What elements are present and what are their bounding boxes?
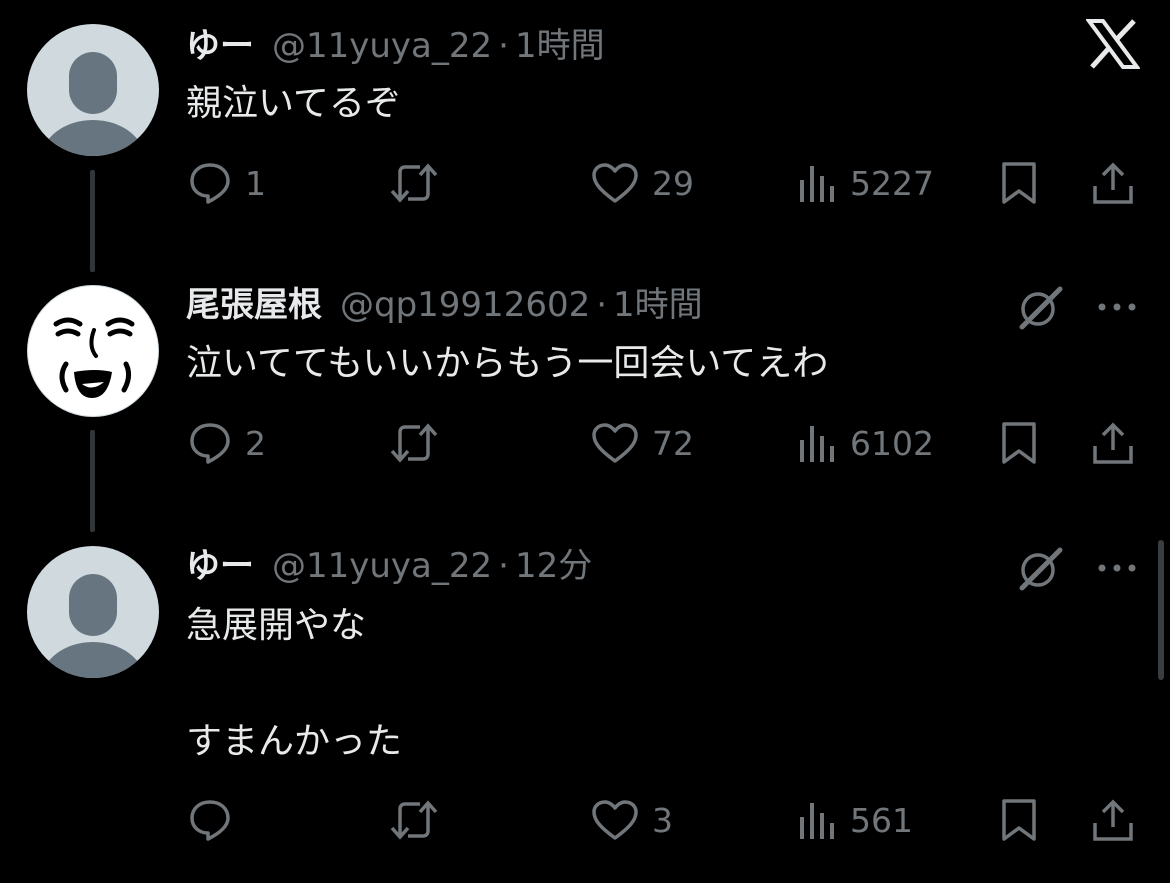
like-button[interactable]: 72 — [590, 418, 694, 468]
heart-icon — [592, 423, 638, 463]
display-name[interactable]: 尾張屋根 — [186, 283, 322, 327]
view-count: 6102 — [850, 423, 934, 463]
thread-line — [90, 430, 95, 532]
share-button[interactable] — [1090, 158, 1136, 208]
tweet-text-line: すまんかった — [186, 721, 403, 762]
scrollbar[interactable] — [1158, 540, 1164, 680]
more-options-button[interactable] — [1094, 282, 1140, 332]
reply-icon — [190, 800, 230, 841]
like-count: 3 — [652, 800, 673, 840]
more-icon — [1098, 564, 1136, 572]
grok-button[interactable] — [1016, 543, 1064, 593]
more-icon — [1098, 303, 1136, 311]
grok-icon — [1019, 286, 1063, 330]
bookmark-button[interactable] — [998, 158, 1040, 208]
like-button[interactable]: 3 — [590, 795, 673, 845]
user-handle[interactable]: @11yuya_22 — [272, 544, 492, 588]
reply-count: 1 — [245, 163, 266, 203]
reply-count: 2 — [245, 423, 266, 463]
views-button[interactable]: 6102 — [796, 418, 934, 468]
share-icon — [1093, 799, 1133, 841]
tweet-header: ゆー @11yuya_22 · 12分 — [186, 544, 592, 588]
face-avatar-icon — [53, 317, 135, 398]
avatar[interactable] — [27, 285, 159, 417]
separator-dot: · — [498, 26, 509, 66]
tweet-text-line: 急展開やな — [186, 605, 367, 646]
timestamp[interactable]: 12分 — [515, 544, 592, 588]
display-name[interactable]: ゆー — [186, 544, 254, 588]
bookmark-icon — [1002, 162, 1036, 204]
avatar[interactable] — [27, 546, 159, 678]
timestamp[interactable]: 1時間 — [613, 283, 703, 327]
retweet-button[interactable] — [388, 418, 452, 468]
views-icon — [800, 426, 834, 462]
separator-dot: · — [498, 546, 509, 586]
avatar[interactable] — [27, 24, 159, 156]
retweet-button[interactable] — [388, 795, 452, 845]
view-count: 561 — [850, 800, 913, 840]
views-button[interactable]: 561 — [796, 795, 913, 845]
display-name[interactable]: ゆー — [186, 24, 254, 68]
bookmark-button[interactable] — [998, 795, 1040, 845]
timestamp[interactable]: 1時間 — [515, 24, 605, 68]
tweet-text: 親泣いてるぞ — [186, 83, 401, 124]
user-handle[interactable]: @11yuya_22 — [272, 24, 492, 68]
views-icon — [800, 166, 834, 202]
tweet-header: ゆー @11yuya_22 · 1時間 — [186, 24, 605, 68]
user-handle[interactable]: @qp19912602 — [340, 283, 590, 327]
reply-button[interactable]: 2 — [187, 418, 266, 468]
views-button[interactable]: 5227 — [796, 158, 934, 208]
heart-icon — [592, 800, 638, 840]
more-options-button[interactable] — [1094, 543, 1140, 593]
like-count: 72 — [652, 423, 694, 463]
retweet-icon — [390, 163, 438, 203]
bookmark-button[interactable] — [998, 418, 1040, 468]
share-icon — [1093, 422, 1133, 464]
heart-icon — [592, 163, 638, 203]
retweet-button[interactable] — [388, 158, 452, 208]
default-avatar-icon — [41, 574, 145, 678]
reply-button[interactable]: 1 — [187, 158, 266, 208]
views-icon — [800, 803, 834, 839]
like-button[interactable]: 29 — [590, 158, 694, 208]
retweet-icon — [390, 423, 438, 463]
x-logo-icon[interactable] — [1085, 18, 1141, 74]
share-button[interactable] — [1090, 795, 1136, 845]
share-icon — [1093, 162, 1133, 204]
grok-icon — [1019, 547, 1063, 591]
reply-icon — [190, 163, 230, 204]
tweet-text: 泣いててもいいからもう一回会いてえわ — [186, 343, 829, 384]
separator-dot: · — [596, 285, 608, 325]
like-count: 29 — [652, 163, 694, 203]
thread-line — [90, 170, 95, 272]
reply-button[interactable] — [187, 795, 245, 845]
bookmark-icon — [1002, 799, 1036, 841]
tweet-header: 尾張屋根 @qp19912602 · 1時間 — [186, 283, 703, 327]
view-count: 5227 — [850, 163, 934, 203]
share-button[interactable] — [1090, 418, 1136, 468]
reply-icon — [190, 423, 230, 464]
grok-button[interactable] — [1016, 282, 1064, 332]
retweet-icon — [390, 800, 438, 840]
default-avatar-icon — [41, 52, 145, 156]
bookmark-icon — [1002, 422, 1036, 464]
